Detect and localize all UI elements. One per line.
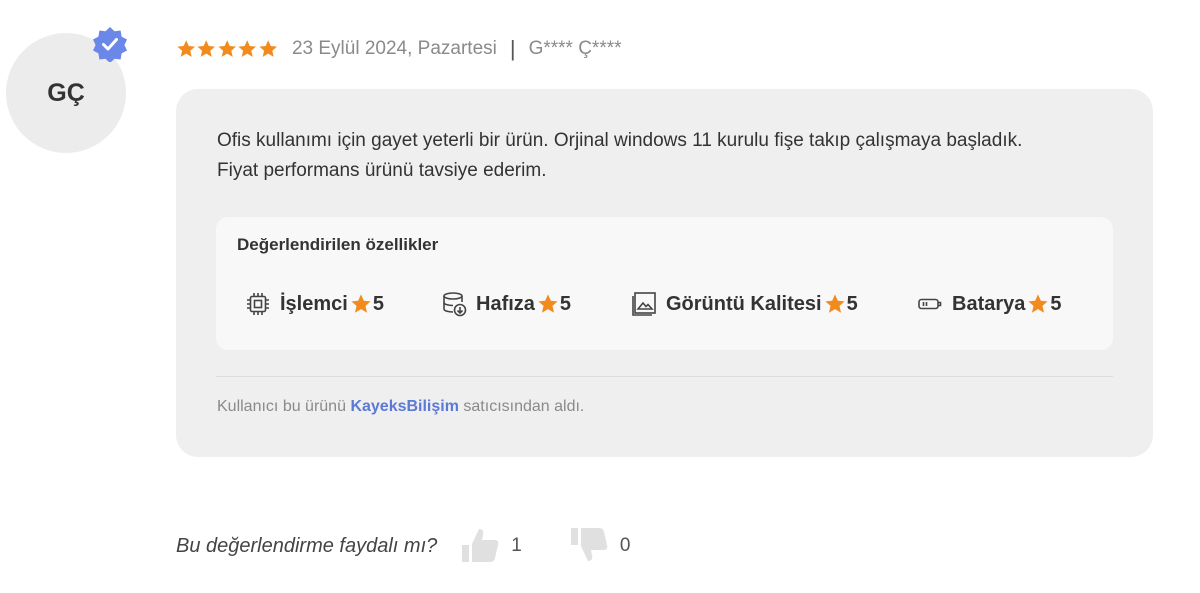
feature-display-quality: Görüntü Kalitesi 5 [630,289,858,319]
card-divider [216,376,1113,377]
helpful-section: Bu değerlendirme faydalı mı? 1 0 [176,526,630,566]
helpful-question: Bu değerlendirme faydalı mı? [176,534,438,557]
image-icon [632,292,656,316]
seller-link[interactable]: KayeksBilişim [350,398,459,415]
star-icon [538,294,558,313]
star-icon [218,40,236,57]
feature-score: 5 [372,292,384,315]
memory-icon [443,292,467,317]
star-icon [824,294,845,313]
battery-icon [918,298,942,310]
feature-label: İşlemci [280,292,348,315]
review-text: Ofis kullanımı için gayet yeterli bir ür… [217,126,1117,186]
feature-label: Hafıza [476,292,535,315]
star-icon [197,40,216,57]
star-icon [259,40,277,57]
thumbs-down-icon [570,528,608,561]
thumbs-up-icon [462,529,499,562]
review-text-line: Ofis kullanımı için gayet yeterli bir ür… [217,130,1023,151]
rating-stars [176,39,278,59]
seller-suffix: satıcısından aldı. [463,398,585,415]
like-count: 1 [511,535,522,556]
star-icon [177,40,195,57]
review-header: 23 Eylül 2024, Pazartesi | G**** Ç**** [176,36,622,62]
review-author: G**** Ç**** [528,38,622,59]
star-icon [1028,294,1049,313]
feature-memory: Hafıza 5 [440,289,571,319]
review-card: Ofis kullanımı için gayet yeterli bir ür… [176,89,1153,457]
feature-label: Görüntü Kalitesi [666,292,822,315]
seller-prefix: Kullanıcı bu ürünü [217,398,346,415]
like-button[interactable]: 1 [459,524,522,568]
feature-score: 5 [559,292,572,315]
feature-score: 5 [1050,292,1062,315]
verified-check-icon [93,27,127,62]
rated-features-panel: Değerlendirilen özellikler İşlemci 5 Haf… [216,217,1113,350]
feature-label: Batarya [952,292,1026,315]
feature-score: 5 [846,292,858,315]
rated-features-title: Değerlendirilen özellikler [237,235,439,254]
cpu-icon [247,293,269,315]
feature-processor: İşlemci 5 [244,289,384,319]
review-text-line: Fiyat performans ürünü tavsiye ederim. [217,160,547,181]
star-icon [238,40,257,57]
dislike-button[interactable]: 0 [568,524,631,568]
feature-battery: Batarya 5 [916,289,1062,319]
review-date: 23 Eylül 2024, Pazartesi [291,38,497,59]
header-separator: | [509,36,516,61]
reviewer-initials: GÇ [47,78,85,107]
star-icon [351,294,371,313]
dislike-count: 0 [619,535,631,556]
seller-info: Kullanıcı bu ürünü KayeksBilişim satıcıs… [217,398,584,416]
